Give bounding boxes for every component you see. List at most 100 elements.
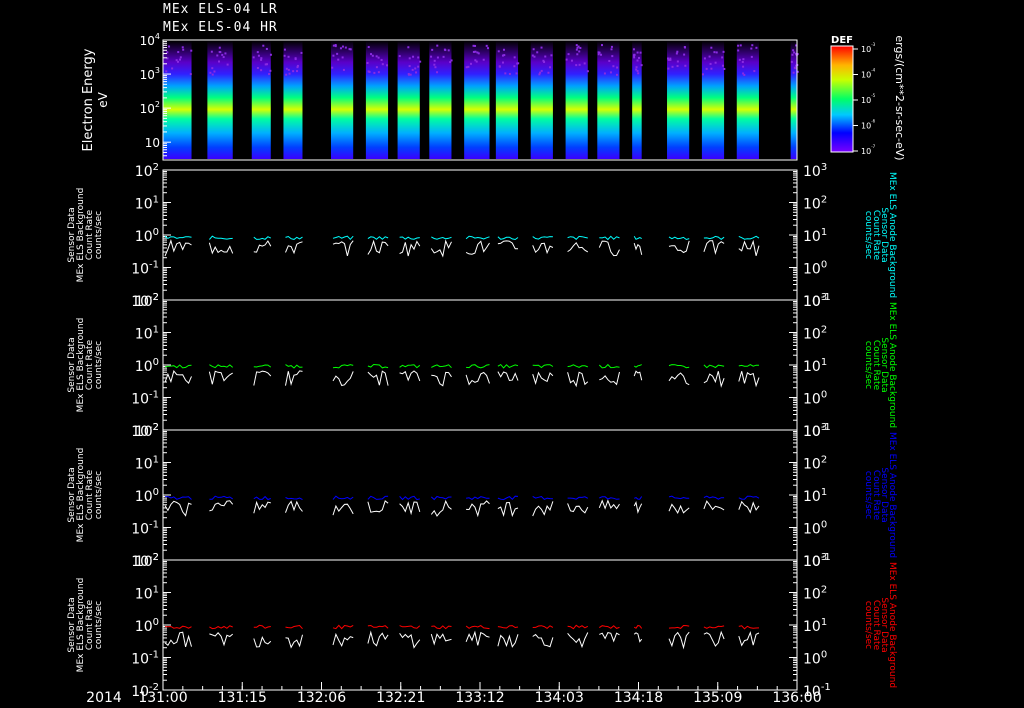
spectrogram-speckle	[485, 44, 488, 47]
right-tick-label: 102	[803, 325, 827, 343]
spectrogram-speckle	[542, 59, 545, 62]
white-series-line	[703, 500, 725, 511]
colored-series-line	[209, 495, 233, 500]
x-tick-label: 136:00	[772, 690, 821, 706]
spectrogram-speckle	[705, 67, 708, 70]
spectrogram-band	[597, 41, 620, 159]
spectrogram-band	[565, 41, 588, 159]
spectrogram-speckle	[570, 59, 573, 62]
colored-series-line	[466, 364, 490, 369]
spectrogram-speckle	[370, 53, 373, 56]
left-axis-label: counts/sec	[94, 601, 104, 649]
spectrogram-speckle	[407, 73, 410, 76]
white-series-line	[332, 503, 354, 516]
right-tick-label: 103	[803, 422, 827, 440]
colored-series-line	[399, 495, 420, 501]
spectrogram-speckle	[616, 66, 619, 69]
spectrogram-speckle	[381, 63, 384, 66]
colored-series-line	[399, 625, 421, 629]
spectrogram-speckle	[482, 58, 485, 61]
spectrogram-speckle	[348, 48, 351, 51]
count-panel-frame	[162, 429, 798, 561]
white-series-line	[633, 242, 643, 255]
spectrogram-speckle	[285, 73, 288, 76]
left-tick-label: 10-1	[131, 260, 159, 278]
spectrogram-speckle	[300, 51, 303, 54]
colored-series-line	[497, 495, 519, 501]
colored-series-line	[634, 496, 643, 500]
spectrogram-speckle	[377, 56, 380, 59]
spectrogram-speckle	[177, 51, 180, 54]
left-axis-label: counts/sec	[94, 341, 104, 389]
x-tick-label: 132:06	[297, 690, 346, 706]
spectrogram-speckle	[331, 66, 334, 69]
colored-series-line	[567, 235, 588, 240]
right-axis-label: counts/sec	[863, 471, 873, 519]
spectrogram-speckle	[342, 68, 345, 71]
spectrogram-speckle	[684, 46, 687, 49]
spectrogram-speckle	[341, 45, 344, 48]
spectrogram-speckle	[334, 44, 337, 47]
white-series-line	[164, 631, 192, 648]
x-tick-label: 133:12	[455, 690, 504, 706]
white-series-line	[532, 242, 554, 255]
white-series-line	[253, 635, 272, 648]
spectrogram-speckle	[474, 44, 477, 47]
spectrogram-speckle	[190, 49, 193, 52]
count-panel-frame	[162, 559, 798, 691]
colored-series-line	[367, 624, 389, 629]
white-series-line	[430, 499, 452, 517]
spectrogram-speckle	[431, 48, 434, 51]
colored-series-line	[285, 235, 303, 240]
colorbar-gradient	[830, 45, 854, 153]
white-series-line	[164, 239, 192, 257]
white-series-line	[532, 501, 554, 517]
colored-series-line	[332, 364, 354, 369]
spectrogram-speckle	[575, 48, 578, 51]
colored-series-line	[465, 625, 490, 630]
spectrogram-speckle	[179, 56, 182, 59]
white-series-line	[567, 241, 589, 253]
spectrogram-speckle	[709, 62, 712, 65]
left-tick-label: 100	[135, 487, 159, 505]
white-series-line	[738, 371, 760, 388]
spectrogram-speckle	[171, 67, 174, 70]
colored-series-line	[253, 236, 272, 240]
spectrogram-speckle	[743, 73, 746, 76]
white-series-line	[253, 370, 272, 386]
spectrogram-speckle	[676, 60, 679, 63]
colored-series-line	[164, 625, 192, 629]
white-series-line	[567, 371, 589, 388]
spectrogram-speckle	[434, 66, 437, 69]
colored-series-line	[668, 364, 690, 369]
spectrogram-speckle	[632, 48, 635, 51]
spectrogram-speckle	[502, 48, 505, 51]
colored-series-line	[599, 496, 620, 500]
spectrogram-speckle	[375, 66, 378, 69]
spectrogram-speckle	[578, 50, 581, 53]
colored-series-line	[567, 624, 589, 630]
spectrogram-band	[530, 41, 553, 159]
spectrogram-speckle	[708, 55, 711, 58]
white-series-line	[532, 633, 554, 648]
white-series-line	[738, 239, 760, 256]
count-panel: 10210110010-110-210310210110010-1Sensor …	[67, 422, 897, 570]
spectrogram-speckle	[449, 61, 452, 64]
x-tick-label: 134:03	[535, 690, 584, 706]
colored-series-line	[332, 624, 354, 630]
spectrogram-speckle	[285, 67, 288, 70]
spectrogram-speckle	[567, 53, 570, 56]
spectrogram-speckle	[216, 54, 219, 57]
spectrogram-speckle	[414, 67, 417, 70]
colorbar: DEF 10-3 10-4 10-5 10-6 10-7 ergs/(cm**2-sr-…	[830, 35, 906, 161]
spectrogram-speckle	[411, 68, 414, 71]
spectrogram-speckle	[538, 73, 541, 76]
white-series-line	[465, 240, 490, 255]
white-series-line	[668, 631, 690, 650]
spectrogram-speckle	[550, 54, 553, 57]
spectrogram-speckle	[256, 51, 259, 54]
right-tick-label: 102	[803, 455, 827, 473]
colorbar-label: DEF	[831, 35, 853, 46]
spectrogram-speckle	[635, 66, 638, 69]
spectrogram-speckle	[721, 56, 724, 59]
